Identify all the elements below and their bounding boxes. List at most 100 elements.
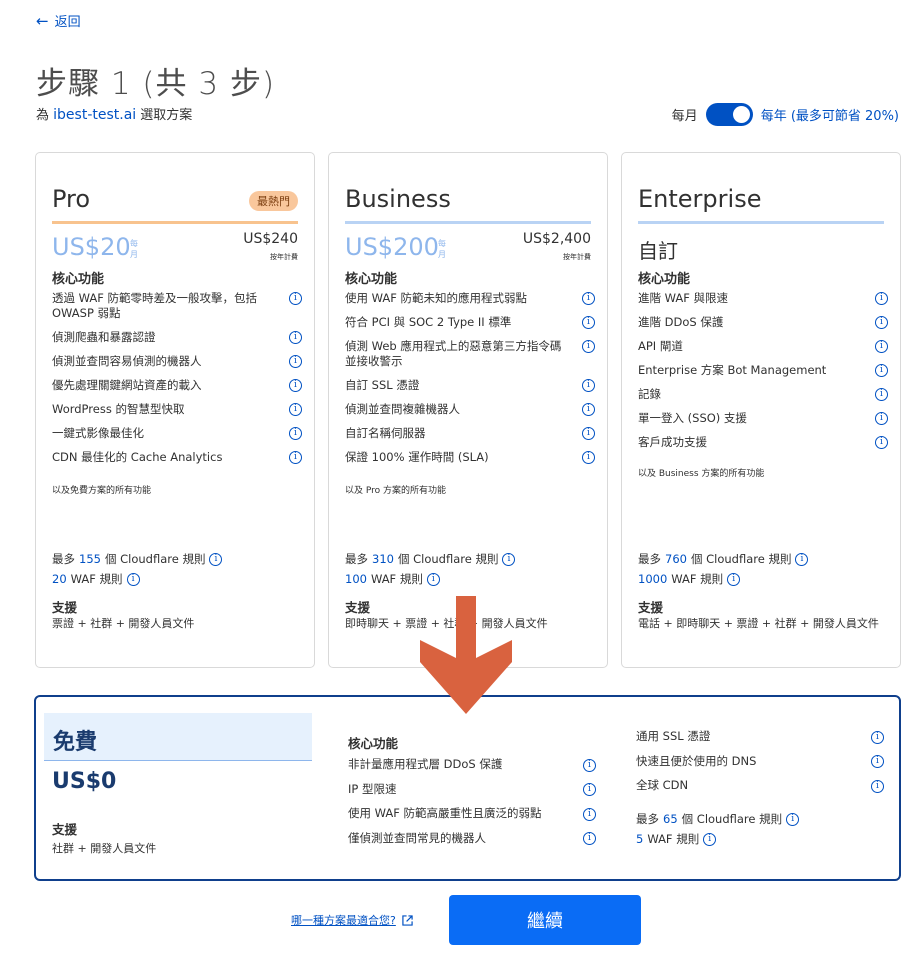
plan-card-enterprise[interactable]: Enterprise 自訂 核心功能 進階 WAF 與限速 i 進階 DDoS 保… [621, 152, 901, 668]
info-icon[interactable]: i [583, 832, 596, 845]
list-item: 自訂 SSL 憑證 i [345, 378, 595, 393]
plan-card-pro[interactable]: Pro 最熱門 US$20 每月 US$240 按年計費 核心功能 透過 WAF… [35, 152, 315, 668]
rules-summary: 最多 65 個 Cloudflare 規則 i 5 WAF 規則 i [636, 809, 800, 849]
info-icon[interactable]: i [875, 388, 888, 401]
info-icon[interactable]: i [289, 331, 302, 344]
arrow-left-icon: ← [36, 11, 49, 30]
info-icon[interactable]: i [289, 427, 302, 440]
info-icon[interactable]: i [582, 340, 595, 353]
annual-price: US$2,400 [522, 231, 591, 247]
list-item: 偵測並查問容易偵測的機器人 i [52, 354, 302, 369]
core-features-heading: 核心功能 [348, 736, 399, 751]
billing-period-switch: 每月 每年 (最多可節省 20%) [672, 103, 899, 126]
inherited-features-note: 以及 Business 方案的所有功能 [638, 469, 765, 479]
info-icon[interactable]: i [875, 412, 888, 425]
info-icon[interactable]: i [875, 364, 888, 377]
list-item: 進階 WAF 與限速 i [638, 291, 888, 306]
list-item: 通用 SSL 憑證 i [636, 729, 884, 744]
info-icon[interactable]: i [289, 292, 302, 305]
continue-button[interactable]: 繼續 [449, 895, 641, 945]
billing-toggle[interactable] [705, 103, 753, 126]
inherited-features-note: 以及免費方案的所有功能 [52, 486, 152, 496]
plan-accent-bar [638, 221, 884, 224]
info-icon[interactable]: i [126, 573, 140, 586]
list-item: 自訂名稱伺服器 i [345, 426, 595, 441]
info-icon[interactable]: i [582, 379, 595, 392]
external-link-icon [402, 914, 413, 926]
list-item: 客戶成功支援 i [638, 435, 888, 450]
plan-price: US$20 [52, 233, 131, 261]
inherited-features-note: 以及 Pro 方案的所有功能 [345, 486, 447, 496]
plan-card-business[interactable]: Business US$200 每月 US$2,400 按年計費 核心功能 使用… [328, 152, 608, 668]
info-icon[interactable]: i [703, 833, 717, 846]
info-icon[interactable]: i [871, 730, 884, 744]
list-item: 一鍵式影像最佳化 i [52, 426, 302, 441]
plan-accent-bar [345, 221, 591, 224]
domain-name: ibest-test.ai [53, 107, 137, 123]
support-heading: 支援 [52, 600, 78, 615]
list-item: 符合 PCI 與 SOC 2 Type II 標準 i [345, 315, 595, 330]
info-icon[interactable]: i [289, 379, 302, 392]
page-title: 步驟 1 (共 3 步) [36, 66, 276, 102]
support-text: 票證 + 社群 + 開發人員文件 [52, 617, 195, 630]
info-icon[interactable]: i [582, 451, 595, 464]
list-item: 記錄 i [638, 387, 888, 402]
rules-summary: 最多 310 個 Cloudflare 規則 i 100 WAF 規則 i [345, 549, 516, 589]
info-icon[interactable]: i [289, 451, 302, 464]
feature-list: 使用 WAF 防範未知的應用程式弱點 i 符合 PCI 與 SOC 2 Type … [345, 291, 595, 474]
plan-name: 免費 [53, 730, 98, 755]
info-icon[interactable]: i [875, 436, 888, 449]
plan-name: Enterprise [638, 185, 762, 213]
info-icon[interactable]: i [582, 292, 595, 305]
info-icon[interactable]: i [209, 553, 223, 566]
support-heading: 支援 [345, 600, 371, 615]
list-item: CDN 最佳化的 Cache Analytics i [52, 450, 302, 465]
core-features-heading: 核心功能 [52, 272, 105, 287]
feature-list: 非計量應用程式層 DDoS 保護 i IP 型限速 i 使用 WAF 防範高嚴重性且… [348, 757, 596, 855]
info-icon[interactable]: i [502, 553, 516, 566]
plan-price: US$0 [52, 769, 117, 794]
info-icon[interactable]: i [583, 807, 596, 821]
list-item: API 閘道 i [638, 339, 888, 354]
rules-summary: 最多 155 個 Cloudflare 規則 i 20 WAF 規則 i [52, 549, 223, 589]
info-icon[interactable]: i [289, 355, 302, 368]
info-icon[interactable]: i [795, 553, 809, 566]
core-features-heading: 核心功能 [638, 272, 691, 287]
list-item: 偵測 Web 應用程式上的惡意第三方指令碼並接收警示 i [345, 339, 595, 369]
info-icon[interactable]: i [786, 813, 800, 826]
plan-name: Pro [52, 185, 91, 213]
plan-card-free[interactable]: 免費 US$0 支援 社群 + 開發人員文件 核心功能 非計量應用程式層 DDo… [34, 695, 901, 881]
support-heading: 支援 [52, 822, 78, 837]
annual-price: US$240 [243, 231, 298, 247]
info-icon[interactable]: i [875, 340, 888, 353]
list-item: 使用 WAF 防範未知的應用程式弱點 i [345, 291, 595, 306]
info-icon[interactable]: i [875, 316, 888, 329]
annual-note: 按年計費 [563, 253, 591, 261]
support-text: 社群 + 開發人員文件 [52, 842, 157, 855]
info-icon[interactable]: i [582, 316, 595, 329]
info-icon[interactable]: i [727, 573, 741, 586]
core-features-heading: 核心功能 [345, 272, 398, 287]
yearly-label[interactable]: 每年 (最多可節省 20%) [761, 105, 899, 124]
page-subtitle: 為 ibest-test.ai 選取方案 [36, 107, 193, 123]
arrow-down-icon [420, 596, 512, 714]
info-icon[interactable]: i [583, 758, 596, 772]
feature-list: 透過 WAF 防範零時差及一般攻擊，包括 OWASP 弱點 i 偵測爬蟲和暴露認證… [52, 291, 302, 474]
info-icon[interactable]: i [426, 573, 440, 586]
info-icon[interactable]: i [583, 783, 596, 796]
popular-badge: 最熱門 [249, 191, 298, 211]
back-link[interactable]: ← 返回 [36, 11, 81, 31]
info-icon[interactable]: i [875, 292, 888, 305]
list-item: 全球 CDN i [636, 778, 884, 793]
info-icon[interactable]: i [582, 427, 595, 440]
plan-help-link[interactable]: 哪一種方案最適合您? [291, 912, 413, 928]
info-icon[interactable]: i [582, 403, 595, 416]
list-item: 偵測爬蟲和暴露認證 i [52, 330, 302, 345]
monthly-label[interactable]: 每月 [672, 105, 698, 124]
list-item: 僅偵測並查問常見的機器人 i [348, 831, 596, 846]
support-heading: 支援 [638, 600, 664, 615]
info-icon[interactable]: i [871, 755, 884, 768]
info-icon[interactable]: i [289, 403, 302, 416]
support-text: 電話 + 即時聊天 + 票證 + 社群 + 開發人員文件 [638, 617, 879, 630]
info-icon[interactable]: i [871, 779, 884, 793]
